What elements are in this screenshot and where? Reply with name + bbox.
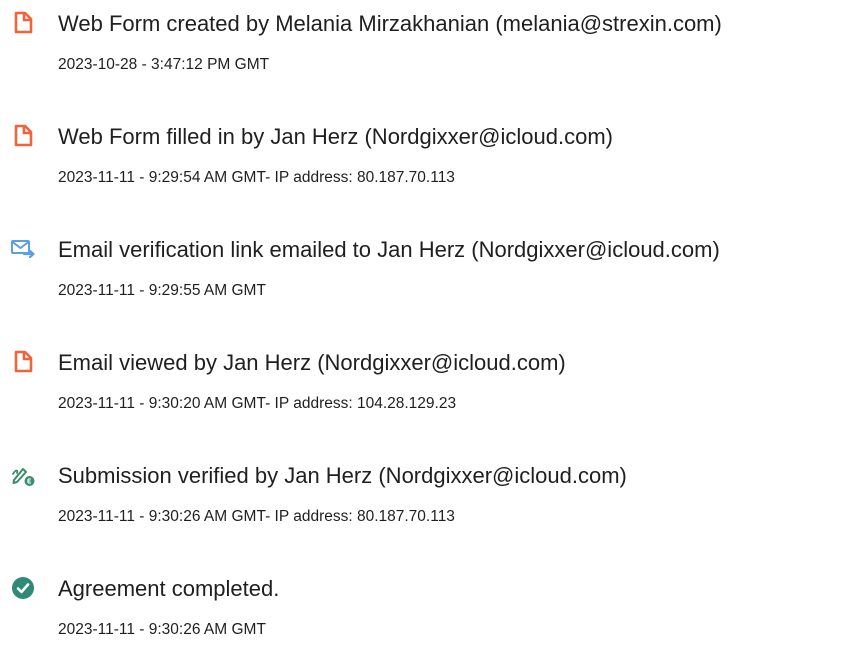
email-send-icon	[10, 236, 36, 262]
event-title: Agreement completed.	[58, 576, 280, 601]
document-icon	[10, 349, 36, 375]
signature-verified-icon	[10, 462, 36, 488]
history-event-agreement-completed: Agreement completed. 2023-11-11 - 9:30:2…	[0, 575, 862, 665]
document-icon	[10, 10, 36, 36]
history-event-email-viewed: Email viewed by Jan Herz (Nordgixxer@icl…	[0, 349, 862, 439]
event-title: Submission verified by Jan Herz (Nordgix…	[58, 463, 627, 488]
event-timestamp: 2023-10-28 - 3:47:12 PM GMT	[58, 56, 270, 73]
document-icon	[10, 123, 36, 149]
event-title: Email verification link emailed to Jan H…	[58, 237, 720, 262]
history-event-submission-verified: Submission verified by Jan Herz (Nordgix…	[0, 462, 862, 552]
event-timestamp: 2023-11-11 - 9:29:54 AM GMT- IP address:…	[58, 169, 455, 186]
audit-history-timeline: Web Form created by Melania Mirzakhanian…	[0, 0, 862, 649]
event-timestamp: 2023-11-11 - 9:30:20 AM GMT- IP address:…	[58, 395, 457, 412]
history-event-form-filled: Web Form filled in by Jan Herz (Nordgixx…	[0, 123, 862, 213]
event-timestamp: 2023-11-11 - 9:29:55 AM GMT	[58, 282, 266, 299]
event-title: Email viewed by Jan Herz (Nordgixxer@icl…	[58, 350, 566, 375]
check-circle-icon	[10, 575, 36, 601]
event-title: Web Form created by Melania Mirzakhanian…	[58, 11, 722, 36]
event-timestamp: 2023-11-11 - 9:30:26 AM GMT- IP address:…	[58, 508, 455, 525]
history-event-verification-emailed: Email verification link emailed to Jan H…	[0, 236, 862, 326]
event-timestamp: 2023-11-11 - 9:30:26 AM GMT	[58, 621, 266, 638]
history-event-form-created: Web Form created by Melania Mirzakhanian…	[0, 10, 862, 100]
event-title: Web Form filled in by Jan Herz (Nordgixx…	[58, 124, 613, 149]
